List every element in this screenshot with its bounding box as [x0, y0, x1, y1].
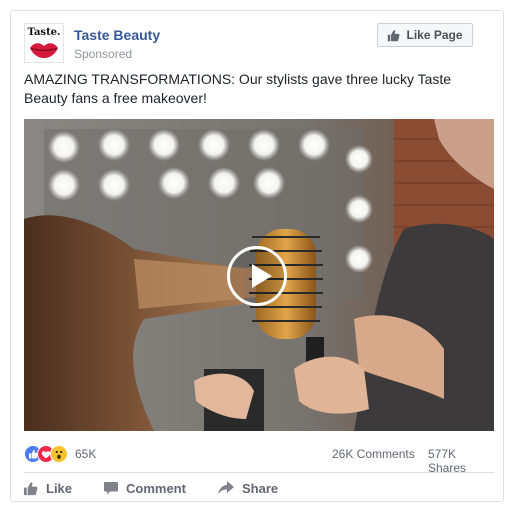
post-caption: AMAZING TRANSFORMATIONS: Our stylists ga… — [24, 71, 452, 106]
share-button[interactable]: Share — [218, 479, 278, 497]
post-actions-bar: Like Comment Share — [21, 477, 501, 499]
page-logo-avatar[interactable]: Taste. — [24, 23, 64, 63]
like-page-label: Like Page — [406, 28, 463, 42]
comments-count-link[interactable]: 26K Comments — [332, 447, 415, 461]
reaction-icons[interactable] — [24, 445, 72, 463]
comment-label: Comment — [126, 480, 186, 496]
shares-count-link[interactable]: 577K Shares — [428, 447, 494, 475]
like-button[interactable]: Like — [23, 479, 72, 497]
comment-button[interactable]: Comment — [104, 479, 186, 497]
sponsored-post-card: Taste. Taste Beauty Sponsored Like Page … — [10, 10, 504, 502]
comment-bubble-icon — [104, 481, 118, 495]
page-name-link[interactable]: Taste Beauty — [74, 27, 160, 43]
wow-reaction-icon — [50, 445, 68, 463]
actions-divider — [24, 472, 494, 473]
sponsored-label: Sponsored — [74, 47, 133, 61]
lips-icon — [30, 43, 58, 58]
share-label: Share — [242, 480, 279, 496]
logo-wordmark: Taste. — [27, 27, 61, 38]
engagement-stats: 65K 26K Comments 577K Shares — [24, 443, 494, 475]
reaction-count[interactable]: 65K — [75, 447, 96, 461]
video-thumbnail[interactable] — [24, 119, 494, 431]
share-arrow-icon — [218, 481, 234, 495]
thumbs-up-icon — [388, 29, 400, 41]
thumbs-up-icon — [23, 481, 38, 496]
like-page-button[interactable]: Like Page — [377, 23, 473, 47]
like-label: Like — [46, 480, 73, 496]
play-icon[interactable] — [227, 246, 287, 306]
